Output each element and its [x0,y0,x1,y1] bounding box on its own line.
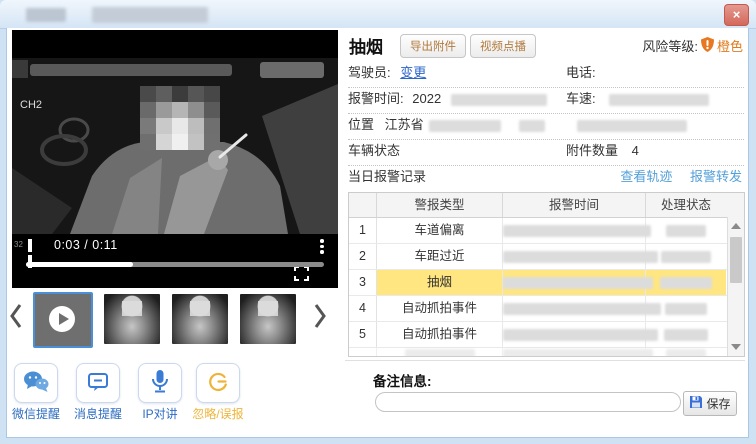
redacted-value [503,303,661,315]
wechat-alert-button[interactable]: 微信提醒 [2,363,70,422]
redacted-value [665,303,707,315]
redacted-value [661,251,711,263]
video-progress-fill [26,262,133,267]
close-icon[interactable]: × [724,4,749,26]
risk-level-value: 橙色 [717,36,743,55]
action-label: 忽略/误报 [184,405,252,422]
risk-level-label: 风险等级: [642,36,698,55]
save-disk-icon [689,395,703,412]
video-frame-image: CH2 [12,58,338,234]
microphone-icon [149,369,171,398]
redacted-value [666,225,706,237]
chevron-left-icon[interactable] [8,302,26,334]
ignore-false-alarm-button[interactable]: 忽略/误报 [184,363,252,422]
redacted-value [429,120,501,132]
attachments-label: 附件数量 [566,143,618,158]
divider [345,360,745,361]
more-options-icon[interactable] [320,237,324,256]
redacted-value [405,349,475,357]
attachments-count: 4 [632,143,639,158]
pixelated-face [140,86,220,150]
thumbnail-strip [0,290,340,350]
table-header-row: 警报类型 报警时间 处理状态 [349,193,744,218]
thumbnail-video-selected[interactable] [33,292,93,348]
pause-icon[interactable] [28,239,40,252]
driver-label: 驾驶员: [348,65,391,80]
table-row[interactable]: 4 自动抓拍事件 [349,296,744,322]
thumbnail-photo-2[interactable] [172,294,228,344]
pixelated-face [190,301,210,316]
remark-input[interactable] [375,392,681,412]
column-header-status: 处理状态 [646,193,726,217]
table-row[interactable]: 1 车道偏离 [349,218,744,244]
chevron-right-icon[interactable] [312,302,330,334]
redacted-value [503,329,658,341]
shield-warning-icon [701,37,714,55]
redacted-value [660,277,712,289]
table-row-highlighted[interactable]: 3 抽烟 [349,270,744,296]
wechat-icon [22,370,50,397]
redacted-value [503,251,658,263]
scroll-down-icon[interactable] [731,344,741,350]
channel-label: CH2 [20,99,42,111]
thumbnail-photo-1[interactable] [104,294,160,344]
window-title-redacted [92,7,208,23]
daily-records-title: 当日报警记录 [348,169,426,184]
alarm-records-table: 警报类型 报警时间 处理状态 1 车道偏离 2 车距过近 3 抽烟 4 自动抓拍… [348,192,745,357]
redacted-value [577,120,687,132]
message-alert-button[interactable]: 消息提醒 [64,363,132,422]
redacted-value [503,277,653,289]
video-time: 0:03 / 0:11 [54,238,118,252]
message-icon [86,370,110,397]
video-player[interactable]: CH2 32 0:03 / 0:11 [12,30,338,288]
play-icon [49,306,75,332]
video-progress-bar[interactable] [26,262,324,267]
pixelated-face [122,301,142,316]
scrollbar-thumb[interactable] [730,237,742,283]
location-value: 江苏省 [385,117,424,132]
window-title-redacted [26,8,66,22]
action-label: 消息提醒 [64,405,132,422]
table-row[interactable]: 2 车距过近 [349,244,744,270]
dialog-titlebar: × [0,0,756,29]
thumbnail-photo-3[interactable] [240,294,296,344]
export-attachments-button[interactable]: 导出附件 [400,34,466,58]
phone-label: 电话: [566,62,596,81]
redacted-value [519,120,545,132]
video-controls: 32 0:03 / 0:11 [12,234,338,258]
scroll-up-icon[interactable] [731,223,741,229]
redacted-value [664,329,708,341]
action-label: 微信提醒 [2,405,70,422]
pixelated-face [258,301,278,316]
view-track-link[interactable]: 查看轨迹 [620,169,672,184]
table-row[interactable]: 5 自动抓拍事件 [349,322,744,348]
alarm-detail-panel: 抽烟 导出附件 视频点播 风险等级: 橙色 驾驶员: 变更 电话: 报警时间: … [348,28,745,428]
video-timestamp-fragment: 32 [14,240,23,249]
driver-change-link[interactable]: 变更 [400,65,426,80]
redacted-value [503,349,653,357]
alarm-type-title: 抽烟 [349,33,383,58]
ignore-icon [206,370,230,397]
alarm-forward-link[interactable]: 报警转发 [690,169,742,184]
column-header-time: 报警时间 [503,193,646,217]
redacted-value [666,349,706,357]
speed-label: 车速: [566,91,596,106]
table-scrollbar[interactable] [727,217,744,356]
remark-label: 备注信息: [373,370,432,390]
save-button[interactable]: 保存 [683,391,737,416]
table-row-clipped[interactable] [349,348,744,357]
redacted-value [609,94,709,106]
alarm-time-value: 2022 [412,91,441,106]
column-header-type: 警报类型 [377,193,503,217]
redacted-value [451,94,547,106]
redacted-value [503,225,651,237]
vehicle-status-label: 车辆状态 [348,143,400,158]
alarm-time-label: 报警时间: [348,91,404,106]
save-button-label: 保存 [706,395,730,412]
location-label: 位置 [348,117,374,132]
video-on-demand-button[interactable]: 视频点播 [470,34,536,58]
